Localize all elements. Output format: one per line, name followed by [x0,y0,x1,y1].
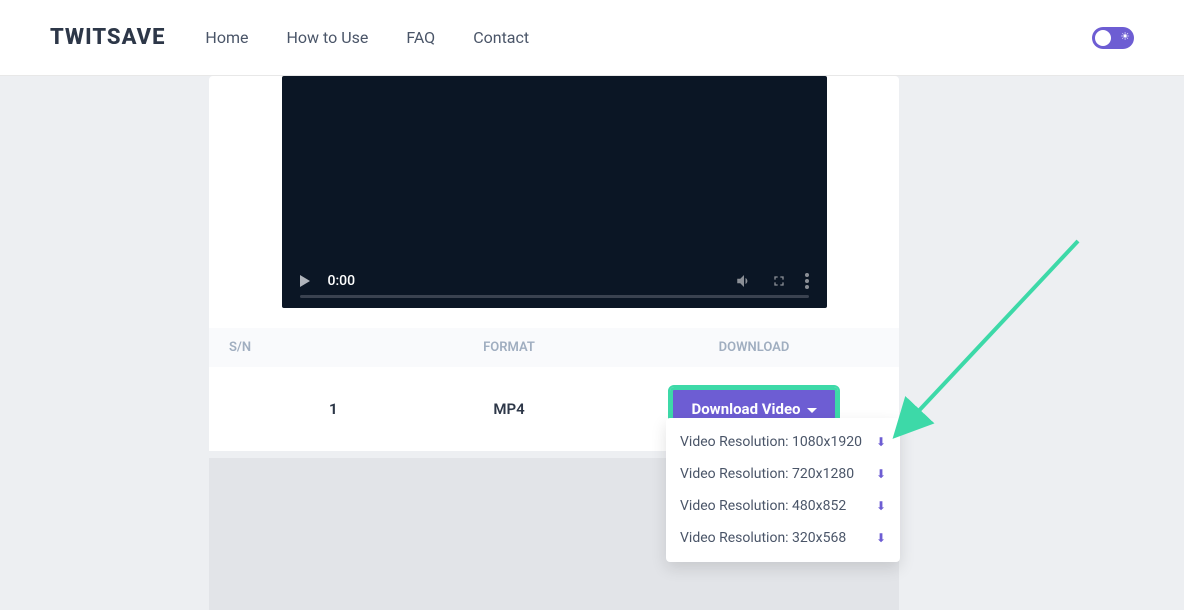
header-left: TWITSAVE Home How to Use FAQ Contact [50,25,529,50]
table-header: S/N FORMAT DOWNLOAD [209,328,899,367]
nav-home[interactable]: Home [205,28,248,47]
header: TWITSAVE Home How to Use FAQ Contact ☀ [0,0,1184,76]
download-icon: ⬇ [876,435,886,449]
resolution-option-480[interactable]: Video Resolution: 480x852 ⬇ [666,490,900,522]
video-progress[interactable] [300,295,809,298]
video-player[interactable]: 0:00 [282,76,827,308]
more-icon[interactable] [805,273,809,289]
resolution-option-720[interactable]: Video Resolution: 720x1280 ⬇ [666,458,900,490]
resolution-option-320[interactable]: Video Resolution: 320x568 ⬇ [666,522,900,554]
download-button-label: Download Video [691,400,800,418]
header-download: DOWNLOAD [609,340,899,355]
resolution-label: Video Resolution: 720x1280 [680,466,854,482]
header-sn: S/N [209,340,409,355]
video-time: 0:00 [328,273,356,289]
resolution-label: Video Resolution: 480x852 [680,498,846,514]
content-card: 0:00 S/N FORMAT DOWNLOAD 1 MP4 Download … [209,76,899,451]
resolution-label: Video Resolution: 320x568 [680,530,846,546]
resolution-label: Video Resolution: 1080x1920 [680,434,862,450]
toggle-knob [1095,30,1111,46]
nav: Home How to Use FAQ Contact [205,28,529,47]
download-icon: ⬇ [876,531,886,545]
nav-contact[interactable]: Contact [473,28,529,47]
sun-icon: ☀ [1120,30,1130,43]
header-format: FORMAT [409,340,609,355]
row-sn: 1 [209,400,409,418]
annotation-arrow [880,235,1090,455]
video-controls: 0:00 [282,254,827,308]
nav-faq[interactable]: FAQ [406,28,435,47]
volume-icon[interactable] [735,272,753,290]
download-icon: ⬇ [876,499,886,513]
download-icon: ⬇ [876,467,886,481]
theme-toggle[interactable]: ☀ [1092,27,1134,49]
resolution-option-1080[interactable]: Video Resolution: 1080x1920 ⬇ [666,426,900,458]
chevron-down-icon [807,408,817,413]
play-icon[interactable] [300,275,310,287]
row-format: MP4 [409,400,609,418]
fullscreen-icon[interactable] [771,273,787,289]
nav-howto[interactable]: How to Use [286,28,368,47]
logo[interactable]: TWITSAVE [50,25,165,50]
resolution-dropdown: Video Resolution: 1080x1920 ⬇ Video Reso… [666,418,900,562]
